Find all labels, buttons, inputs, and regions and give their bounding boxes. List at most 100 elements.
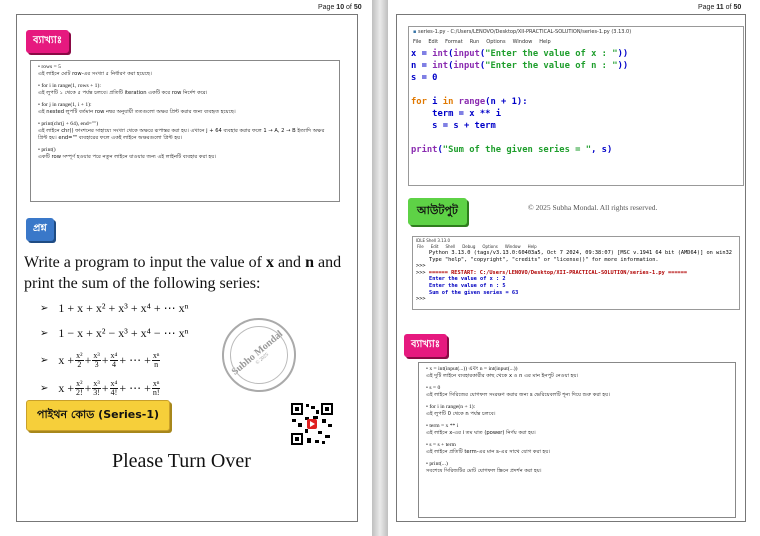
series-expression: 1 + x + x² + x³ + x⁴ + ⋯ xⁿ <box>58 301 189 315</box>
shell-line: Python 3.13.0 (tags/v3.13.0:60403a5, Oct… <box>429 250 732 256</box>
explanation-code: • x = int(input(...)) এবং n = int(input(… <box>426 366 518 372</box>
series-expression: 1 − x + x² − x³ + x⁴ − ⋯ xⁿ <box>58 326 189 340</box>
page-number: Page 11 of 50 <box>698 4 742 11</box>
explanation-code: • term = x ** i <box>426 423 459 429</box>
code-line: term = x ** i <box>411 109 502 119</box>
menu-file[interactable]: File <box>413 39 421 45</box>
menu-edit[interactable]: Edit <box>428 39 438 45</box>
ellipsis: + ⋯ + <box>119 380 151 395</box>
code-line: for i in range(n + 1): <box>411 97 528 107</box>
explanation-description: এই লাইনে x-এর i তম ঘাত (power) নির্ণয় ক… <box>426 430 536 436</box>
turn-over-text: Please Turn Over <box>112 450 251 472</box>
ellipsis: + ⋯ + <box>119 352 151 367</box>
book-gutter <box>372 0 388 536</box>
shell-line: Enter the value of n : 5 <box>429 282 506 289</box>
series-item: ➢ 1 − x + x² − x³ + x⁴ − ⋯ xⁿ <box>40 321 188 346</box>
plus-sign: + <box>84 352 92 367</box>
explanation-description: এই লুপটি ১ থেকে ৫ পর্যন্ত চলবে। প্রতিটি … <box>38 90 208 96</box>
fraction: x³ 3 <box>92 350 101 369</box>
fraction: x² 2! <box>75 378 84 397</box>
explanation-item: • print() একটি row সম্পূর্ণ হওয়ার পরে নত… <box>38 147 332 161</box>
menu-shell[interactable]: Shell <box>445 244 455 249</box>
series-lead: x + <box>58 352 75 367</box>
series-lead: x + <box>58 380 75 395</box>
explanation-code: • print() <box>38 147 56 153</box>
source-code[interactable]: x = int(input("Enter the value of x : ")… <box>409 46 743 158</box>
copyright-text: © 2025 Subha Mondal. All rights reserved… <box>528 203 658 212</box>
menu-format[interactable]: Format <box>445 39 463 45</box>
explanation-description: সবশেষে সিরিজটির মোট যোগফল স্ক্রিনে প্রদর… <box>426 468 542 474</box>
fraction: xⁿ n! <box>151 378 161 397</box>
explanation-code: • for i in range(1, rows + 1): <box>38 83 101 89</box>
menu-debug[interactable]: Debug <box>462 244 475 249</box>
shell-line: >>> <box>416 263 426 270</box>
explanation-item: • s = 0 এই লাইনে সিরিজের যোগফল সংরক্ষণ কর… <box>426 385 728 399</box>
menu-edit[interactable]: Edit <box>431 244 439 249</box>
shell-line: Enter the value of x : 2 <box>429 276 506 283</box>
explanation-item: • print(chr(j + 64), end="") এই লাইনে chr… <box>38 121 332 142</box>
explanation-description: এই লাইনে সিরিজের যোগফল সংরক্ষণ করার জন্য… <box>426 392 611 398</box>
series-item: ➢ x + x² 2! + x³ 3! + x⁴ 4! + ⋯ + xⁿ n! <box>40 374 188 402</box>
series-item: ➢ x + x² 2 + x³ 3 + x⁴ 4 + ⋯ + xⁿ n <box>40 346 188 374</box>
code-line: n = int(input("Enter the value of n : ")… <box>411 61 629 71</box>
code-line: s = 0 <box>411 73 438 83</box>
fraction: x⁴ 4! <box>109 378 119 397</box>
explanation-description: এই লাইনে chr() ফাংশনের সাহায্যে সংখ্যা থ… <box>38 128 325 141</box>
arrow-bullet-icon: ➢ <box>40 354 49 366</box>
menu-file[interactable]: File <box>417 244 424 249</box>
output-badge: আউটপুট <box>408 198 467 225</box>
menu-window[interactable]: Window <box>505 244 521 249</box>
menu-options[interactable]: Options <box>486 39 505 45</box>
explanation-description: এই দুটি লাইনে ব্যবহারকারীর কাছ থেকে x ও … <box>426 373 579 379</box>
explanation-item: • for i in range(1, rows + 1): এই লুপটি ১… <box>38 83 332 97</box>
menu-options[interactable]: Options <box>482 244 497 249</box>
explanation-item: • for i in range(n + 1): এই লুপটি 0 থেকে … <box>426 404 728 418</box>
shell-line: Type "help", "copyright", "credits" or "… <box>429 256 659 263</box>
code-line: print("Sum of the given series = ", s) <box>411 145 613 155</box>
menu-window[interactable]: Window <box>513 39 533 45</box>
code-badge: পাইথন কোড (Series-1) <box>26 400 171 431</box>
editor-title-bar: ▪ series-1.py - C:/Users/LENOVO/Desktop/… <box>413 29 632 35</box>
explanation-description: এই লুপটি 0 থেকে n পর্যন্ত চলবে। <box>426 411 496 417</box>
explanation-code: • for i in range(n + 1): <box>426 404 476 410</box>
explanation-item: • x = int(input(...)) এবং n = int(input(… <box>426 366 728 380</box>
explanation-item: • for j in range(1, i + 1): এই nested লুপ… <box>38 102 332 116</box>
arrow-bullet-icon: ➢ <box>40 328 49 339</box>
question-text: Write a program to input the value of x … <box>24 254 342 292</box>
code-line: s = s + term <box>411 121 496 131</box>
code-line: x = int(input("Enter the value of x : ")… <box>411 49 629 59</box>
explanation-code: • print(chr(j + 64), end="") <box>38 121 99 127</box>
plus-sign: + <box>101 380 109 395</box>
left-page: Page 10 of 50 ব্যাখ্যাঃ • rows = 5 এই লাই… <box>0 0 372 536</box>
shell-line: >>> ====== RESTART: C:/Users/LENOVO/Desk… <box>416 269 688 276</box>
arrow-bullet-icon: ➢ <box>40 303 49 314</box>
series-list: ➢ 1 + x + x² + x³ + x⁴ + ⋯ xⁿ ➢ 1 − x + x²… <box>40 296 188 402</box>
fraction: x³ 3! <box>92 378 101 397</box>
plus-sign: + <box>84 380 92 395</box>
menu-help[interactable]: Help <box>539 39 550 45</box>
shell-title-bar: IDLE Shell 3.13.0 <box>416 238 451 243</box>
explanation-code: • s = 0 <box>426 385 441 391</box>
explanation-item: • s = s + term এই লাইনে প্রতিটি term-এর ম… <box>426 442 728 456</box>
fraction: xⁿ n <box>151 350 161 369</box>
qr-code-icon[interactable] <box>290 402 334 446</box>
explanation-code: • rows = 5 <box>38 64 61 70</box>
explanation-box: • x = int(input(...)) এবং n = int(input(… <box>418 362 736 518</box>
explanation-badge: ব্যাখ্যাঃ <box>26 30 70 53</box>
explanation-box: • rows = 5 এই লাইনে মোট row-এর সংখ্যা ৫ ন… <box>30 60 340 202</box>
shell-line: Sum of the given series = 63 <box>429 289 519 296</box>
series-item: ➢ 1 + x + x² + x³ + x⁴ + ⋯ xⁿ <box>40 296 188 321</box>
explanation-description: একটি row সম্পূর্ণ হওয়ার পরে নতুন লাইনে … <box>38 154 217 160</box>
explanation-description: এই লাইনে মোট row-এর সংখ্যা ৫ নির্ধারণ কর… <box>38 71 152 77</box>
shell-output[interactable]: Python 3.13.0 (tags/v3.13.0:60403a5, Oct… <box>413 249 739 304</box>
menu-run[interactable]: Run <box>470 39 480 45</box>
explanation-description: এই লাইনে প্রতিটি term-এর মান s-এর সাথে য… <box>426 449 551 455</box>
fraction: x² 2 <box>75 350 84 369</box>
plus-sign: + <box>101 352 109 367</box>
explanation-item: • print(...) সবশেষে সিরিজটির মোট যোগফল স্… <box>426 461 728 475</box>
code-editor-window: ▪ series-1.py - C:/Users/LENOVO/Desktop/… <box>408 26 744 186</box>
explanation-code: • for j in range(1, i + 1): <box>38 102 92 108</box>
menu-help[interactable]: Help <box>528 244 537 249</box>
